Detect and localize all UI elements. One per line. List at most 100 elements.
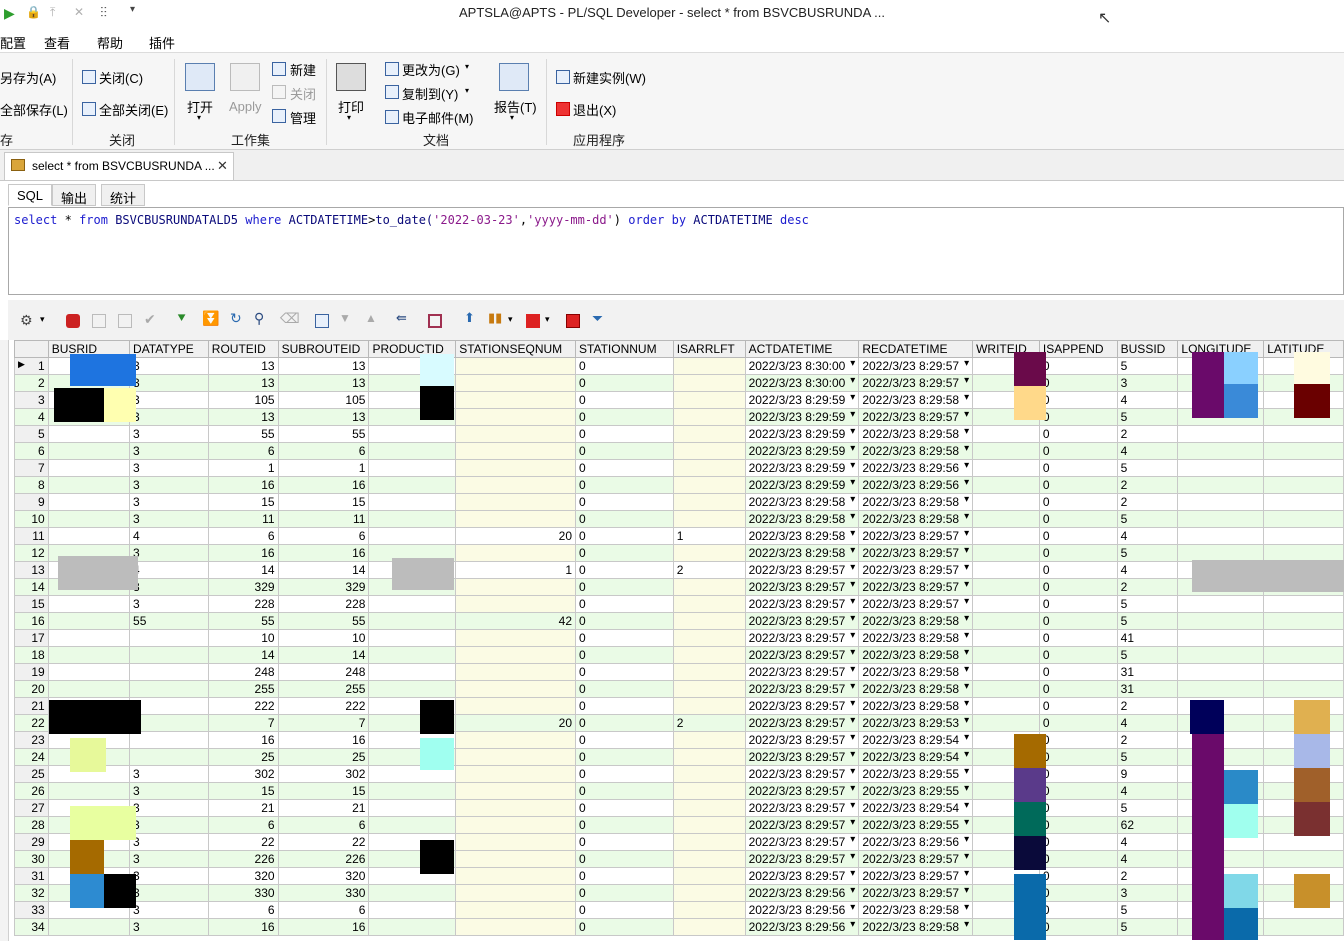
table-cell[interactable]: 4 [1116, 391, 1179, 409]
table-cell[interactable] [455, 663, 577, 681]
table-cell[interactable] [972, 595, 1040, 613]
table-cell[interactable] [47, 782, 131, 800]
table-cell[interactable] [972, 425, 1040, 443]
table-row[interactable]: 103111102022/3/23 8:29:582022/3/23 8:29:… [14, 510, 1344, 528]
table-cell[interactable]: 330 [277, 884, 370, 902]
table-cell[interactable]: 2022/3/23 8:29:58 [858, 629, 974, 647]
table-cell[interactable]: 7 [277, 714, 370, 732]
save-results-icon[interactable] [428, 314, 442, 328]
table-cell[interactable]: 2022/3/23 8:29:56 [744, 901, 860, 919]
table-cell[interactable]: 2022/3/23 8:29:57 [744, 799, 860, 817]
result-grid[interactable]: BUSRID DATATYPE ROUTEID SUBROUTEID PRODUCTID… [14, 340, 1344, 941]
table-cell[interactable]: 4 [1116, 561, 1179, 579]
compare-icon[interactable] [566, 314, 580, 328]
table-cell[interactable] [672, 833, 746, 851]
copy-to-button[interactable]: 复制到(Y) [402, 84, 458, 103]
table-cell[interactable]: 2022/3/23 8:29:57 [744, 731, 860, 749]
table-cell[interactable]: 4 [1116, 833, 1179, 851]
table-row[interactable]: 731102022/3/23 8:29:592022/3/23 8:29:560… [14, 459, 1344, 477]
table-cell[interactable]: 0 [575, 510, 674, 528]
table-cell[interactable] [972, 663, 1040, 681]
column-header[interactable]: BUSSID [1116, 340, 1179, 358]
table-cell[interactable]: 55 [277, 425, 370, 443]
table-cell[interactable]: 2022/3/23 8:29:57 [744, 646, 860, 664]
table-cell[interactable]: 0 [575, 493, 674, 511]
table-cell[interactable]: 6 [207, 442, 279, 460]
table-cell[interactable] [455, 918, 577, 936]
table-cell[interactable]: 15 [207, 782, 279, 800]
table-cell[interactable] [1177, 527, 1265, 545]
table-cell[interactable] [455, 884, 577, 902]
table-cell[interactable] [1263, 850, 1344, 868]
table-cell[interactable]: 2022/3/23 8:29:54 [858, 748, 974, 766]
table-row[interactable]: 343161602022/3/23 8:29:562022/3/23 8:29:… [14, 918, 1344, 936]
table-cell[interactable]: 0 [1038, 629, 1118, 647]
table-cell[interactable]: 2022/3/23 8:29:58 [858, 612, 974, 630]
table-cell[interactable] [455, 816, 577, 834]
table-cell[interactable]: 0 [575, 374, 674, 392]
table-cell[interactable]: 2022/3/23 8:29:54 [858, 731, 974, 749]
row-number-cell[interactable]: 17 [14, 629, 49, 647]
grid-options-dropdown-icon[interactable]: ▾ [40, 314, 45, 325]
table-cell[interactable]: 2022/3/23 8:29:57 [744, 612, 860, 630]
table-cell[interactable]: 0 [575, 646, 674, 664]
row-number-cell[interactable]: 12 [14, 544, 49, 562]
table-cell[interactable]: 0 [575, 425, 674, 443]
document-tab[interactable]: select * from BSVCBUSRUNDA ... ✕ [4, 152, 234, 180]
table-cell[interactable] [672, 901, 746, 919]
table-cell[interactable]: 2022/3/23 8:29:57 [744, 833, 860, 851]
table-cell[interactable]: 248 [277, 663, 370, 681]
table-row[interactable]: 227720022022/3/23 8:29:572022/3/23 8:29:… [14, 714, 1344, 732]
table-cell[interactable] [1177, 663, 1265, 681]
table-cell[interactable]: 0 [1038, 459, 1118, 477]
table-cell[interactable]: 222 [207, 697, 279, 715]
lock-records-icon[interactable] [66, 314, 80, 328]
table-cell[interactable] [1263, 442, 1344, 460]
table-cell[interactable]: 20 [455, 527, 577, 545]
previous-page-icon[interactable]: ▲ [365, 311, 377, 325]
table-cell[interactable] [47, 459, 131, 477]
table-cell[interactable]: 2022/3/23 8:29:58 [744, 510, 860, 528]
table-cell[interactable] [455, 680, 577, 698]
table-cell[interactable]: 5 [1116, 918, 1179, 936]
table-cell[interactable] [1263, 680, 1344, 698]
table-cell[interactable]: 3 [129, 391, 209, 409]
row-number-cell[interactable]: 9 [14, 493, 49, 511]
tab-statistics[interactable]: 统计 [101, 184, 146, 206]
table-cell[interactable]: 2022/3/23 8:29:57 [858, 884, 974, 902]
table-cell[interactable]: 4 [129, 561, 209, 579]
table-row[interactable]: 123161602022/3/23 8:29:582022/3/23 8:29:… [14, 544, 1344, 562]
print-dropdown-icon[interactable]: ▾ [347, 113, 351, 122]
table-cell[interactable] [368, 595, 457, 613]
table-cell[interactable]: 2022/3/23 8:29:57 [858, 578, 974, 596]
table-cell[interactable]: 5 [1116, 612, 1179, 630]
table-cell[interactable]: 6 [207, 527, 279, 545]
table-cell[interactable]: 2022/3/23 8:29:57 [858, 850, 974, 868]
table-cell[interactable]: 2022/3/23 8:29:57 [744, 714, 860, 732]
table-cell[interactable]: 13 [207, 408, 279, 426]
table-cell[interactable]: 3 [129, 816, 209, 834]
table-cell[interactable]: 7 [207, 714, 279, 732]
table-cell[interactable]: 5 [1116, 408, 1179, 426]
table-row[interactable]: 23131302022/3/23 8:30:002022/3/23 8:29:5… [14, 374, 1344, 392]
table-cell[interactable]: 21 [277, 799, 370, 817]
table-cell[interactable] [129, 714, 209, 732]
table-cell[interactable]: 0 [1038, 918, 1118, 936]
menu-view[interactable]: 查看 [44, 33, 70, 52]
table-cell[interactable]: 13 [277, 408, 370, 426]
table-cell[interactable]: 4 [1116, 850, 1179, 868]
table-cell[interactable]: 2022/3/23 8:29:58 [858, 391, 974, 409]
table-cell[interactable]: 3 [129, 374, 209, 392]
table-cell[interactable] [368, 816, 457, 834]
table-cell[interactable] [455, 595, 577, 613]
table-cell[interactable]: 2022/3/23 8:29:55 [858, 765, 974, 783]
table-cell[interactable] [368, 646, 457, 664]
table-cell[interactable]: 5 [1116, 595, 1179, 613]
find-icon[interactable]: ⚲ [254, 310, 264, 327]
table-cell[interactable]: 16 [207, 544, 279, 562]
table-cell[interactable] [47, 595, 131, 613]
export-icon[interactable]: ⬆ [464, 310, 475, 326]
table-cell[interactable] [455, 782, 577, 800]
table-cell[interactable] [672, 391, 746, 409]
table-cell[interactable] [972, 697, 1040, 715]
